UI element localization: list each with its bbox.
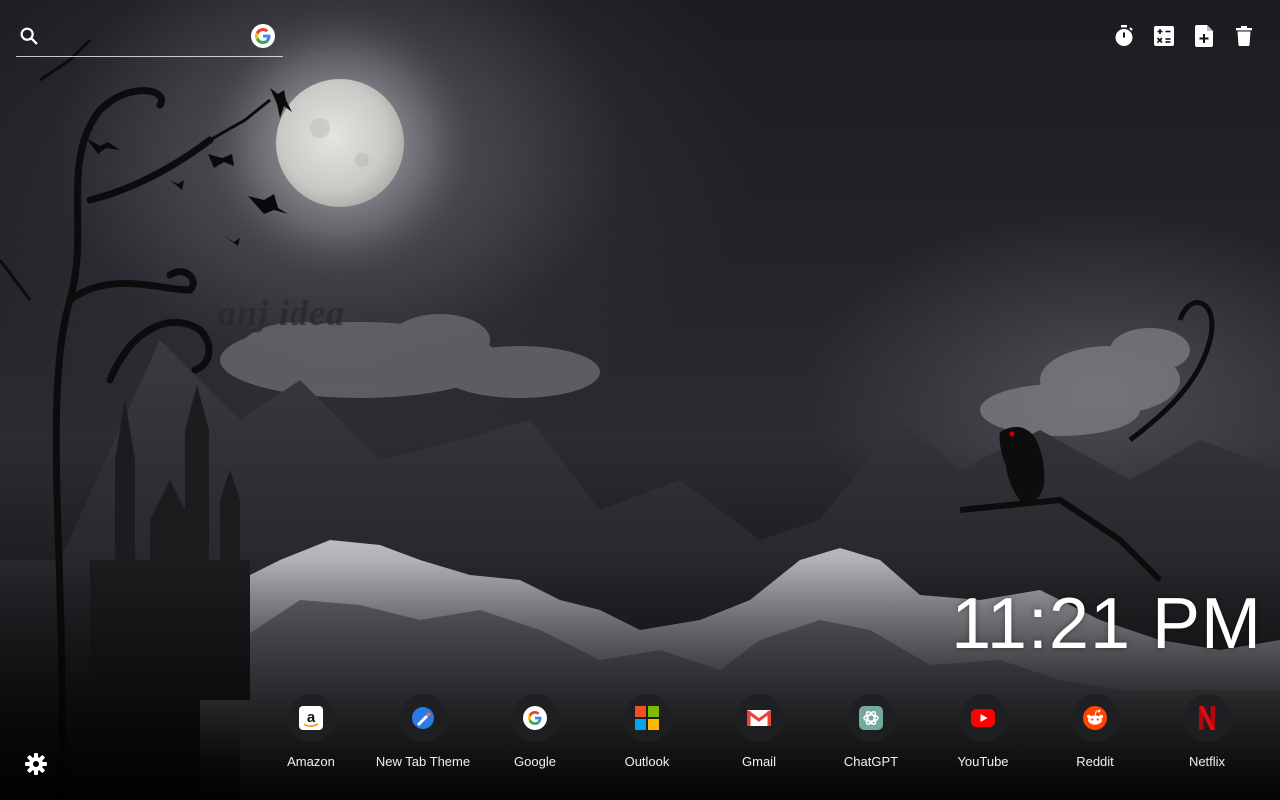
google-g-icon[interactable] (251, 24, 275, 48)
shortcut-new-tab-theme[interactable]: New Tab Theme (367, 694, 479, 769)
gmail-icon (747, 710, 771, 726)
svg-text:a: a (307, 709, 316, 726)
shortcut-chatgpt[interactable]: ChatGPT (815, 694, 927, 769)
calculator-button[interactable] (1152, 24, 1176, 48)
shortcut-label[interactable]: ChatGPT (844, 754, 898, 769)
reddit-icon (1083, 706, 1107, 730)
outlook-icon (635, 706, 659, 730)
stopwatch-icon (1115, 25, 1133, 46)
amazon-icon: a (299, 706, 323, 730)
wallpaper: anj idea 11:21 PM a Amazon New Tab Theme… (0, 0, 1280, 800)
search-input[interactable] (48, 24, 252, 52)
gear-icon (25, 753, 47, 775)
shortcut-label[interactable]: Netflix (1189, 754, 1225, 769)
delete-button[interactable] (1232, 24, 1256, 48)
top-toolbar (1112, 24, 1256, 48)
shortcut-label[interactable]: YouTube (957, 754, 1008, 769)
shortcut-bubble[interactable]: a (287, 694, 335, 742)
shortcut-reddit[interactable]: Reddit (1039, 694, 1151, 769)
shortcut-bubble[interactable] (623, 694, 671, 742)
chatgpt-icon (859, 706, 883, 730)
shortcut-bubble[interactable] (735, 694, 783, 742)
shortcut-bubble[interactable] (1071, 694, 1119, 742)
netflix-icon (1199, 706, 1215, 730)
shortcut-outlook[interactable]: Outlook (591, 694, 703, 769)
shortcut-dock: a Amazon New Tab Theme Google Outlook Gm… (255, 694, 1263, 769)
search-bar[interactable] (16, 20, 283, 57)
new-note-button[interactable] (1192, 24, 1216, 48)
shortcut-label[interactable]: Amazon (287, 754, 335, 769)
clock-time: 11:21 PM (951, 584, 1262, 664)
shortcut-bubble[interactable] (847, 694, 895, 742)
shortcut-label[interactable]: New Tab Theme (376, 754, 470, 769)
shortcut-label[interactable]: Gmail (742, 754, 776, 769)
shortcut-label[interactable]: Outlook (625, 754, 670, 769)
shortcut-youtube[interactable]: YouTube (927, 694, 1039, 769)
shortcut-netflix[interactable]: Netflix (1151, 694, 1263, 769)
settings-button[interactable] (24, 752, 48, 776)
search-icon[interactable] (18, 25, 40, 47)
shortcut-gmail[interactable]: Gmail (703, 694, 815, 769)
shortcut-bubble[interactable] (959, 694, 1007, 742)
shortcut-label[interactable]: Reddit (1076, 754, 1114, 769)
new-tab-theme-icon (412, 707, 434, 729)
dark-mountain-moon-wallpaper (0, 0, 1280, 800)
trash-icon (1236, 26, 1252, 46)
shortcut-bubble[interactable] (399, 694, 447, 742)
shortcut-bubble[interactable] (511, 694, 559, 742)
calculator-icon (1154, 26, 1174, 46)
google-icon (523, 706, 547, 730)
google-logo-icon (255, 28, 271, 44)
shortcut-amazon[interactable]: a Amazon (255, 694, 367, 769)
timer-button[interactable] (1112, 24, 1136, 48)
shortcut-bubble[interactable] (1183, 694, 1231, 742)
wallpaper-watermark: anj idea (218, 293, 346, 333)
note-add-icon (1195, 25, 1213, 47)
shortcut-google[interactable]: Google (479, 694, 591, 769)
shortcut-label[interactable]: Google (514, 754, 556, 769)
youtube-icon (971, 709, 995, 727)
